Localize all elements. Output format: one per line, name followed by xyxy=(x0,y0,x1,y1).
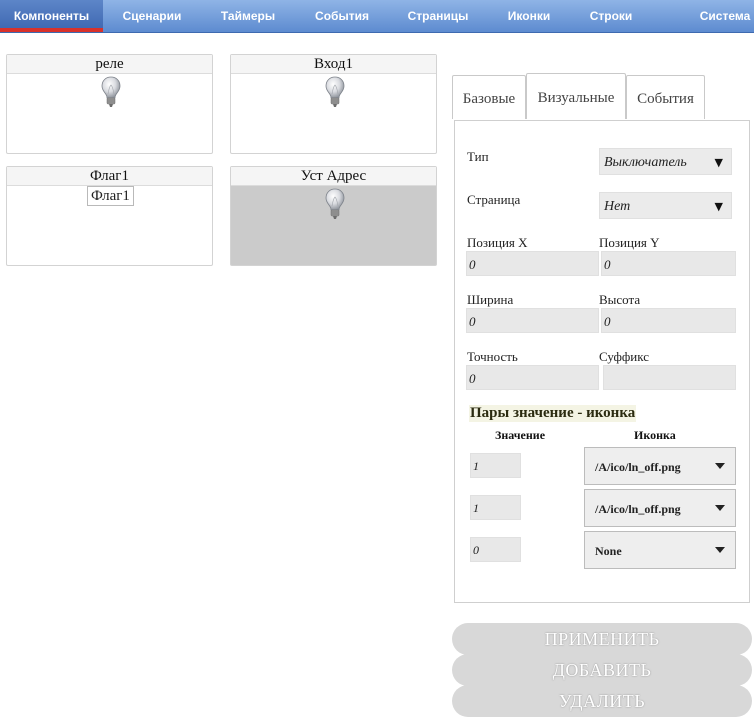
dropdown-arrow-icon xyxy=(715,463,725,469)
component-card-rele[interactable]: реле xyxy=(6,54,213,154)
page-label: Страница xyxy=(467,192,521,207)
precision-label: Точность xyxy=(467,349,518,364)
nav-tab-strings[interactable]: Строки xyxy=(576,0,646,32)
bulb-icon xyxy=(325,188,345,220)
page-select[interactable]: Нет ▼ xyxy=(599,192,732,219)
nav-tab-components[interactable]: Компоненты xyxy=(0,0,103,32)
suffix-label: Суффикс xyxy=(599,349,650,364)
bulb-icon xyxy=(325,76,345,108)
nav-tab-pages[interactable]: Страницы xyxy=(394,0,482,32)
tab-basic[interactable]: Базовые xyxy=(452,75,526,119)
card-title: реле xyxy=(7,55,212,74)
suffix-input[interactable] xyxy=(603,365,736,390)
pair-value-input[interactable]: 1 xyxy=(470,495,521,520)
dropdown-arrow-icon xyxy=(715,547,725,553)
pairs-title: Пары значение - иконка xyxy=(469,405,637,422)
pair-icon-value: /A/ico/ln_off.png xyxy=(595,460,681,474)
bulb-icon xyxy=(101,76,121,108)
page-select-value: Нет xyxy=(604,199,631,214)
posy-input[interactable]: 0 xyxy=(601,251,736,276)
height-label: Высота xyxy=(599,292,641,307)
pair-icon-value: /A/ico/ln_off.png xyxy=(595,502,681,516)
add-button[interactable]: ДОБАВИТЬ xyxy=(452,654,752,686)
pair-value-input[interactable]: 1 xyxy=(470,453,521,478)
nav-tab-events[interactable]: События xyxy=(302,0,382,32)
nav-tab-scenarios[interactable]: Сценарии xyxy=(110,0,194,32)
type-label: Тип xyxy=(467,149,489,164)
dropdown-arrow-icon: ▼ xyxy=(714,156,723,169)
pair-icon-value: None xyxy=(595,544,622,558)
nav-tab-timers[interactable]: Таймеры xyxy=(208,0,288,32)
pair-icon-select[interactable]: /A/ico/ln_off.png xyxy=(584,447,736,485)
card-title: Уст Адрес xyxy=(231,167,436,186)
posy-label: Позиция Y xyxy=(599,235,660,250)
width-input[interactable]: 0 xyxy=(466,308,599,333)
width-label: Ширина xyxy=(467,292,514,307)
dropdown-arrow-icon xyxy=(715,505,725,511)
flag-value-box: Флаг1 xyxy=(87,186,134,206)
type-select-value: Выключатель xyxy=(604,155,687,170)
card-title: Флаг1 xyxy=(7,167,212,186)
tab-visual[interactable]: Визуальные xyxy=(526,73,626,119)
component-card-ust-adres[interactable]: Уст Адрес xyxy=(230,166,437,266)
pairs-col-value: Значение xyxy=(495,428,546,442)
posx-input[interactable]: 0 xyxy=(466,251,599,276)
height-input[interactable]: 0 xyxy=(601,308,736,333)
delete-button[interactable]: УДАЛИТЬ xyxy=(452,685,752,717)
tab-events[interactable]: События xyxy=(626,75,705,119)
component-card-vhod1[interactable]: Вход1 xyxy=(230,54,437,154)
card-title: Вход1 xyxy=(231,55,436,74)
pair-icon-select[interactable]: None xyxy=(584,531,736,569)
component-card-flag1[interactable]: Флаг1 Флаг1 xyxy=(6,166,213,266)
nav-tab-icons[interactable]: Иконки xyxy=(494,0,564,32)
pair-icon-select[interactable]: /A/ico/ln_off.png xyxy=(584,489,736,527)
dropdown-arrow-icon: ▼ xyxy=(714,200,723,213)
top-nav: Компоненты Сценарии Таймеры События Стра… xyxy=(0,0,754,33)
precision-input[interactable]: 0 xyxy=(466,365,599,390)
nav-tab-system[interactable]: Система xyxy=(690,0,754,32)
pair-value-input[interactable]: 0 xyxy=(470,537,521,562)
posx-label: Позиция X xyxy=(467,235,528,250)
type-select[interactable]: Выключатель ▼ xyxy=(599,148,732,175)
apply-button[interactable]: ПРИМЕНИТЬ xyxy=(452,623,752,655)
pairs-col-icon: Иконка xyxy=(634,428,676,442)
